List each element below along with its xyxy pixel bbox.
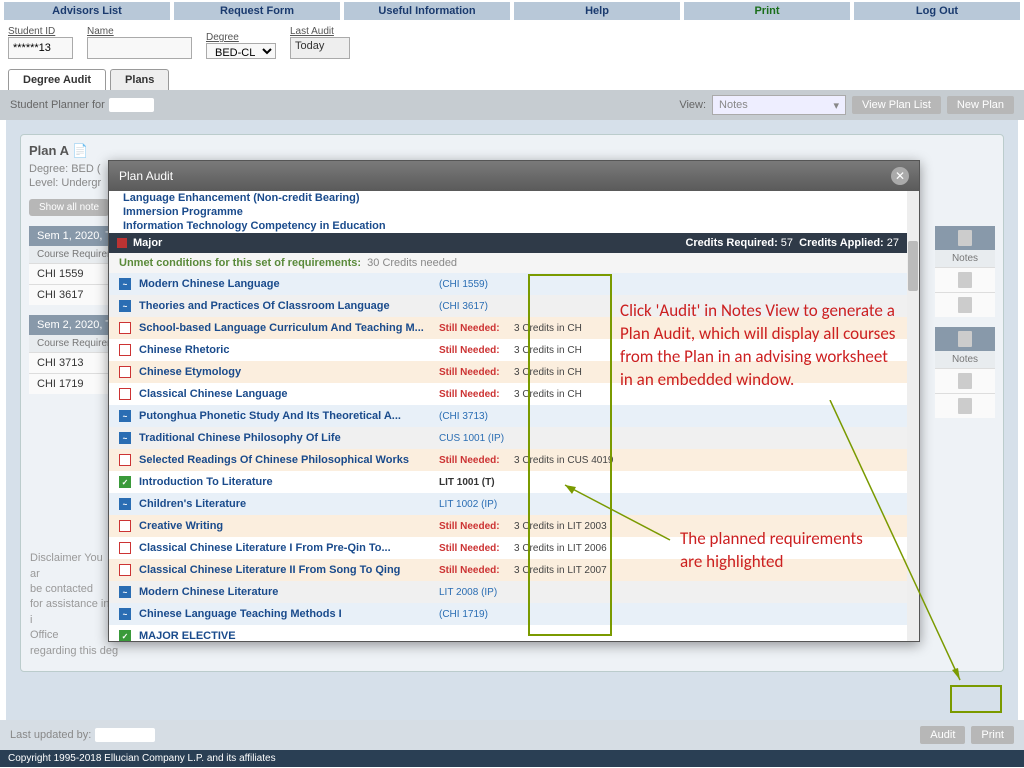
audit-block-link[interactable]: Immersion Programme <box>109 205 907 219</box>
view-select[interactable]: Notes▾ <box>712 95 846 115</box>
status-checkbox-icon <box>119 322 131 334</box>
requirement-row: Modern Chinese Language(CHI 1559) <box>109 273 907 295</box>
status-checkbox-icon <box>119 608 131 620</box>
nav-useful-information[interactable]: Useful Information <box>344 2 510 20</box>
status-checkbox-icon <box>119 300 131 312</box>
name-label: Name <box>87 26 192 37</box>
requirement-row: Children's LiteratureLIT 1002 (IP) <box>109 493 907 515</box>
name-input[interactable] <box>87 37 192 59</box>
show-all-notes-button[interactable]: Show all note <box>29 199 109 216</box>
student-id-input[interactable] <box>8 37 73 59</box>
callout-highlight: The planned requirements are highlighted <box>680 528 880 574</box>
updated-by-redacted <box>95 728 155 742</box>
note-row-icon[interactable] <box>958 297 972 313</box>
status-checkbox-icon <box>119 278 131 290</box>
last-audit-value: Today <box>290 37 350 59</box>
status-checkbox-icon <box>119 520 131 532</box>
lastaudit-label: Last Audit <box>290 26 350 37</box>
filter-bar: Student ID Name DegreeBED-CL Last AuditT… <box>0 22 1024 63</box>
status-checkbox-icon <box>119 586 131 598</box>
arrow-to-highlight <box>560 480 680 560</box>
footer-bar: Last updated by: Audit Print <box>0 720 1024 750</box>
status-checkbox-icon <box>119 542 131 554</box>
status-checkbox-icon <box>119 388 131 400</box>
studentid-label: Student ID <box>8 26 73 37</box>
audit-block-link[interactable]: Information Technology Competency in Edu… <box>109 219 907 233</box>
nav-help[interactable]: Help <box>514 2 680 20</box>
note-row-icon[interactable] <box>958 272 972 288</box>
planner-for-label: Student Planner for <box>10 99 105 111</box>
unmet-conditions: Unmet conditions for this set of require… <box>109 253 907 273</box>
top-nav: Advisors ListRequest FormUseful Informat… <box>0 0 1024 22</box>
degree-select[interactable]: BED-CL <box>206 43 276 59</box>
audit-button[interactable]: Audit <box>920 726 965 744</box>
major-header: MajorCredits Required: 57 Credits Applie… <box>109 233 907 253</box>
status-checkbox-icon <box>119 366 131 378</box>
notes-icon <box>958 331 972 347</box>
sem1-header: Sem 1, 2020, T <box>37 230 112 242</box>
new-plan-button[interactable]: New Plan <box>947 96 1014 114</box>
view-plan-list-button[interactable]: View Plan List <box>852 96 941 114</box>
status-checkbox-icon <box>119 630 131 641</box>
close-icon[interactable]: ✕ <box>891 167 909 185</box>
requirement-row: Putonghua Phonetic Study And Its Theoret… <box>109 405 907 427</box>
requirement-row: Selected Readings Of Chinese Philosophic… <box>109 449 907 471</box>
requirement-row: Traditional Chinese Philosophy Of LifeCU… <box>109 427 907 449</box>
nav-advisors-list[interactable]: Advisors List <box>4 2 170 20</box>
notes-icon <box>958 230 972 246</box>
status-checkbox-icon <box>119 432 131 444</box>
requirement-row: Modern Chinese LiteratureLIT 2008 (IP) <box>109 581 907 603</box>
requirement-row: Introduction To LiteratureLIT 1001 (T) <box>109 471 907 493</box>
status-checkbox-icon <box>119 476 131 488</box>
plan-title: Plan A 📄 <box>29 143 995 159</box>
status-checkbox-icon <box>119 564 131 576</box>
nav-log-out[interactable]: Log Out <box>854 2 1020 20</box>
degree-label: Degree <box>206 32 276 43</box>
status-checkbox-icon <box>119 410 131 422</box>
copyright: Copyright 1995-2018 Ellucian Company L.P… <box>0 750 1024 767</box>
tab-degree-audit[interactable]: Degree Audit <box>8 69 106 90</box>
requirement-row: MAJOR ELECTIVE <box>109 625 907 641</box>
status-checkbox-icon <box>119 344 131 356</box>
requirement-row: Chinese Language Teaching Methods I(CHI … <box>109 603 907 625</box>
status-checkbox-icon <box>119 498 131 510</box>
view-label: View: <box>679 99 706 111</box>
planner-name-redacted <box>109 98 154 112</box>
planner-band: Student Planner for View: Notes▾ View Pl… <box>0 90 1024 120</box>
print-button[interactable]: Print <box>971 726 1014 744</box>
callout-audit: Click 'Audit' in Notes View to generate … <box>620 300 900 392</box>
note-row-icon[interactable] <box>958 373 972 389</box>
audit-block-link[interactable]: Language Enhancement (Non-credit Bearing… <box>109 191 907 205</box>
status-checkbox-icon <box>119 454 131 466</box>
nav-print[interactable]: Print <box>684 2 850 20</box>
sem2-header: Sem 2, 2020, T <box>37 319 112 331</box>
modal-title: Plan Audit <box>119 169 173 183</box>
tab-plans[interactable]: Plans <box>110 69 169 90</box>
nav-request-form[interactable]: Request Form <box>174 2 340 20</box>
